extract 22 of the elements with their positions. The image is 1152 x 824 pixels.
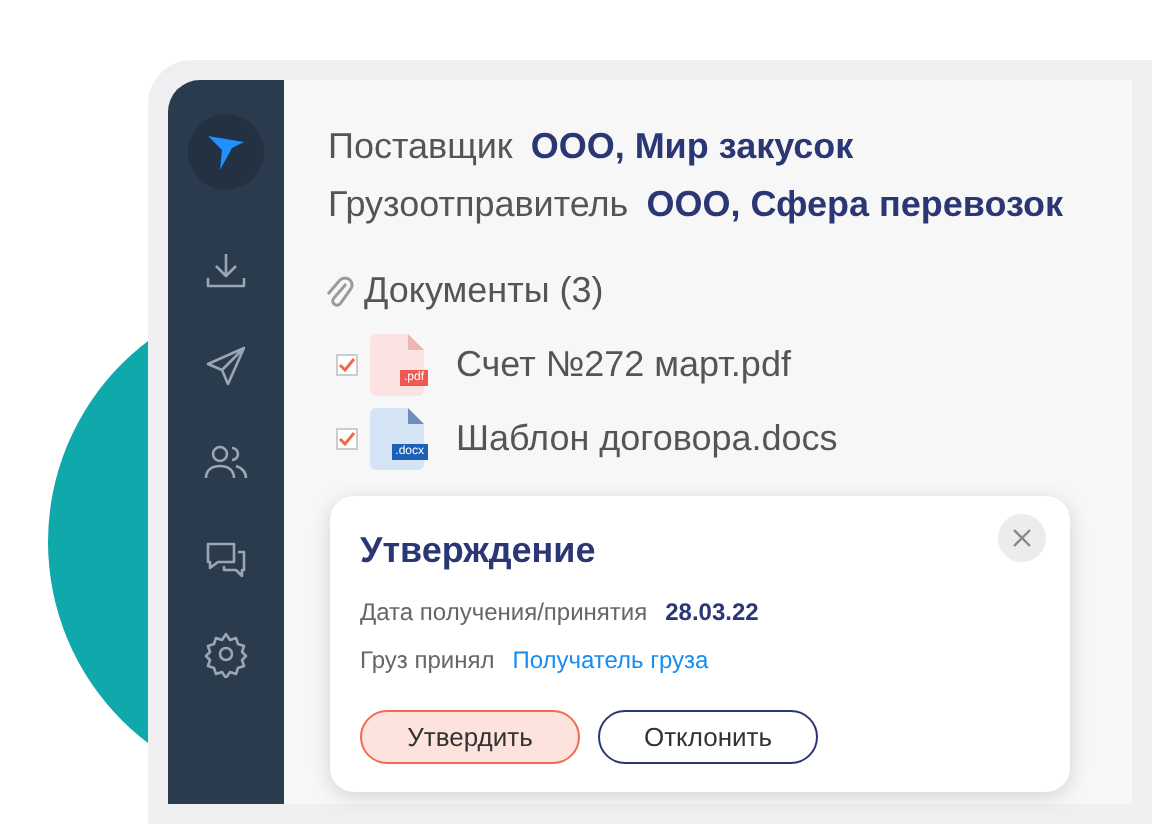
file-name[interactable]: Шаблон договора.docs — [456, 412, 838, 466]
checkbox[interactable] — [336, 428, 358, 450]
checkbox[interactable] — [336, 354, 358, 376]
field-label: Поставщик — [328, 124, 513, 170]
field-value: 28.03.22 — [665, 596, 759, 630]
field-value: ООО, Сфера перевозок — [646, 182, 1063, 228]
file-icon — [370, 334, 424, 396]
approve-button[interactable]: Утвердить — [360, 710, 580, 764]
field-label: Груз принял — [360, 644, 495, 678]
close-button[interactable] — [998, 514, 1046, 562]
paper-plane-icon — [202, 342, 250, 390]
dialog-title: Утверждение — [360, 528, 596, 574]
documents-heading: Документы (3) — [364, 268, 604, 314]
close-icon — [1012, 528, 1032, 548]
field-label: Грузоотправитель — [328, 182, 629, 228]
field-label: Дата получения/принятия — [360, 596, 648, 630]
settings-icon — [202, 630, 250, 678]
reject-button[interactable]: Отклонить — [598, 710, 818, 764]
paperclip-icon — [324, 273, 356, 309]
field-value: ООО, Мир закусок — [530, 124, 854, 170]
file-name[interactable]: Счет №272 март.pdf — [456, 338, 791, 392]
logo[interactable] — [188, 114, 264, 190]
